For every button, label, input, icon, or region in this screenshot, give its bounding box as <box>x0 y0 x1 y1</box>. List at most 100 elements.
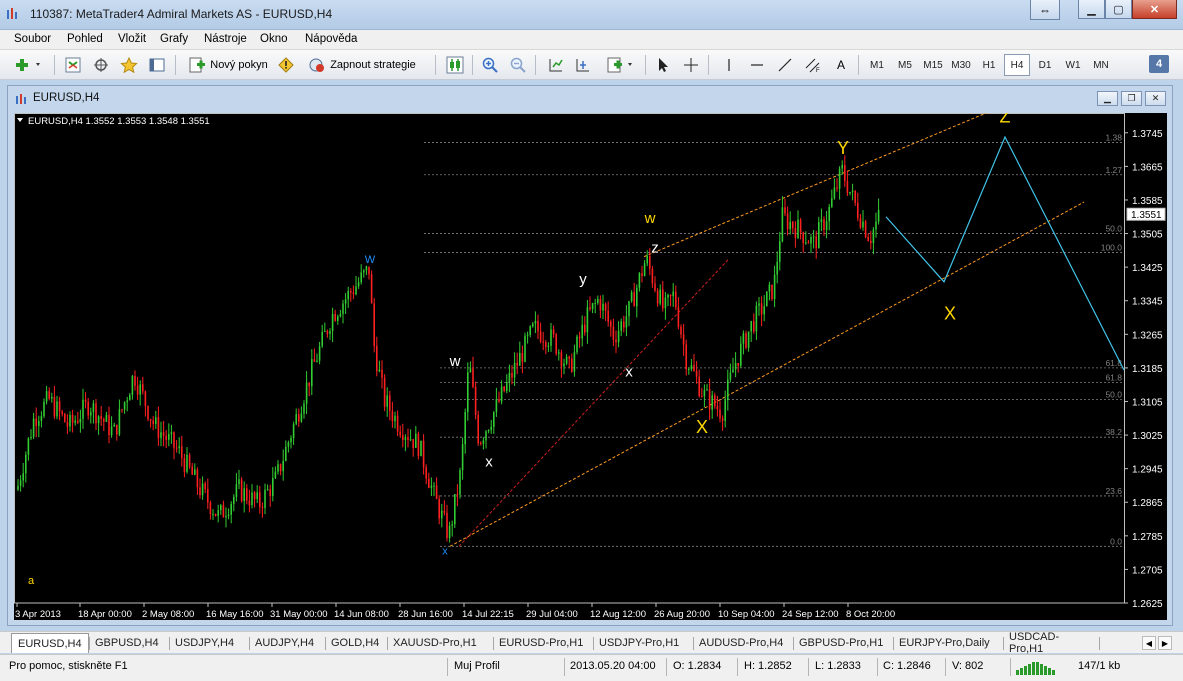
wave-label[interactable]: W <box>365 254 376 266</box>
timeframe-mn[interactable]: MN <box>1088 54 1114 76</box>
wave-label[interactable]: w <box>644 210 656 227</box>
close-button[interactable]: ✕ <box>1132 0 1177 19</box>
notification-badge[interactable]: 4 <box>1149 55 1169 73</box>
menu-soubor[interactable]: Soubor <box>14 33 51 45</box>
chart-tab[interactable]: GBPUSD,H4 <box>89 634 169 652</box>
wave-label[interactable]: y <box>579 271 587 288</box>
connection-status-icon[interactable] <box>1016 661 1060 675</box>
price-tick-label: 1.3185 <box>1132 364 1163 375</box>
wave-label[interactable]: z <box>651 239 659 256</box>
candle-body <box>877 209 880 222</box>
chart-tab[interactable]: EURUSD-Pro,H1 <box>493 634 593 652</box>
zoom-in-button[interactable] <box>479 54 501 76</box>
start-strategy-button[interactable]: Zapnout strategie <box>302 54 422 76</box>
price-tick-label: 1.3025 <box>1132 431 1163 442</box>
candle-body <box>347 291 349 300</box>
tab-scroll-left-button[interactable]: ◀ <box>1142 636 1156 650</box>
vertical-line-button[interactable] <box>718 54 740 76</box>
text-tool-button[interactable]: A <box>830 54 852 76</box>
timeframe-w1[interactable]: W1 <box>1060 54 1086 76</box>
candle-body <box>508 372 511 382</box>
auto-scroll-button[interactable] <box>545 54 567 76</box>
wave-label[interactable]: a <box>28 575 35 587</box>
market-watch-button[interactable] <box>62 54 84 76</box>
tab-scroll-right-button[interactable]: ▶ <box>1158 636 1172 650</box>
channel-button[interactable]: F <box>802 54 824 76</box>
fibonacci-level-label: 23.6 <box>1105 486 1122 496</box>
price-chart[interactable]: 1.3745 1.3665 1.3585 1.3505 1.3425 1.3345 1.32… <box>14 113 1167 620</box>
chart-tab[interactable]: EURUSD,H4 <box>11 633 89 653</box>
favorites-button[interactable] <box>118 54 140 76</box>
chart-tab[interactable]: USDCAD-Pro,H1 <box>1003 631 1099 655</box>
candle-body <box>56 401 58 417</box>
candle-body <box>495 399 498 413</box>
candle-body <box>677 307 680 327</box>
status-profile[interactable]: Muj Profil <box>454 660 500 672</box>
timeframe-m1[interactable]: M1 <box>864 54 890 76</box>
chart-shift-button[interactable] <box>572 54 594 76</box>
chart-tab[interactable]: XAUUSD-Pro,H1 <box>387 634 493 652</box>
candle-body <box>563 363 565 367</box>
menu-napoveda[interactable]: Nápověda <box>305 33 357 45</box>
chart-tab[interactable]: GBPUSD-Pro,H1 <box>793 634 893 652</box>
wave-label[interactable]: Z <box>1000 113 1011 126</box>
candlestick-chart[interactable]: 1.3745 1.3665 1.3585 1.3505 1.3425 1.3345 1.32… <box>14 113 1167 620</box>
timeframe-m5[interactable]: M5 <box>892 54 918 76</box>
crosshair-button[interactable] <box>680 54 702 76</box>
wave-label[interactable]: Y <box>837 138 849 158</box>
menu-grafy[interactable]: Grafy <box>160 33 188 45</box>
terminal-button[interactable] <box>146 54 168 76</box>
chart-tab[interactable]: EURJPY-Pro,Daily <box>893 634 1003 652</box>
maximize-button[interactable]: ▢ <box>1105 0 1132 19</box>
candle-body <box>342 303 344 314</box>
timeframe-m15[interactable]: M15 <box>920 54 946 76</box>
timeframe-m30[interactable]: M30 <box>948 54 974 76</box>
wave-label[interactable]: X <box>696 417 708 437</box>
bar-chart-button[interactable] <box>444 54 466 76</box>
candle-body <box>121 409 123 411</box>
wave-label[interactable]: x <box>625 363 633 380</box>
navigator-button[interactable] <box>90 54 112 76</box>
chart-close-button[interactable]: ✕ <box>1145 91 1166 106</box>
menu-pohled[interactable]: Pohled <box>67 33 103 45</box>
indicators-button[interactable] <box>604 54 638 76</box>
timeframe-h4[interactable]: H4 <box>1004 54 1030 76</box>
minimize-button[interactable]: ▁ <box>1078 0 1105 19</box>
chart-minimize-button[interactable]: ▁ <box>1097 91 1118 106</box>
chart-tab[interactable]: USDJPY-Pro,H1 <box>593 634 693 652</box>
candle-body <box>435 485 438 500</box>
menu-okno[interactable]: Okno <box>260 33 288 45</box>
restore-icon: ❐ <box>1127 93 1136 103</box>
candle-body <box>425 467 427 479</box>
menu-nastroje[interactable]: Nástroje <box>204 33 247 45</box>
horizontal-line-button[interactable] <box>746 54 768 76</box>
chart-tab[interactable]: GOLD,H4 <box>325 634 387 652</box>
timeframe-h1[interactable]: H1 <box>976 54 1002 76</box>
toolbar: Nový pokyn Zapnout strategie F A M1 M5 M… <box>0 50 1183 80</box>
candle-body <box>363 270 365 273</box>
wave-label[interactable]: x <box>442 546 448 558</box>
window-title: 110387: MetaTrader4 Admiral Markets AS -… <box>30 7 333 21</box>
candle-body <box>534 320 537 324</box>
chart-tab[interactable]: AUDUSD-Pro,H4 <box>693 634 793 652</box>
cursor-button[interactable] <box>652 54 674 76</box>
chart-restore-button[interactable]: ❐ <box>1121 91 1142 106</box>
meta-editor-button[interactable] <box>275 54 297 76</box>
wave-label[interactable]: X <box>944 304 956 324</box>
restore-arrows-button[interactable]: ⇔ <box>1030 0 1060 20</box>
zoom-out-button[interactable] <box>507 54 529 76</box>
candle-body <box>750 321 752 332</box>
candle-body <box>238 479 240 485</box>
new-chart-button[interactable] <box>12 54 46 76</box>
chart-tab[interactable]: USDJPY,H4 <box>169 634 249 652</box>
timeframe-d1[interactable]: D1 <box>1032 54 1058 76</box>
chart-tab[interactable]: AUDJPY,H4 <box>249 634 325 652</box>
trendline-button[interactable] <box>774 54 796 76</box>
menu-vlozit[interactable]: Vložit <box>118 33 146 45</box>
wave-label[interactable]: x <box>485 454 493 471</box>
candle-body <box>833 187 836 199</box>
wave-label[interactable]: w <box>449 353 461 370</box>
new-order-button[interactable]: Nový pokyn <box>184 54 272 76</box>
candle-body <box>191 466 193 475</box>
candle-body <box>383 377 386 407</box>
